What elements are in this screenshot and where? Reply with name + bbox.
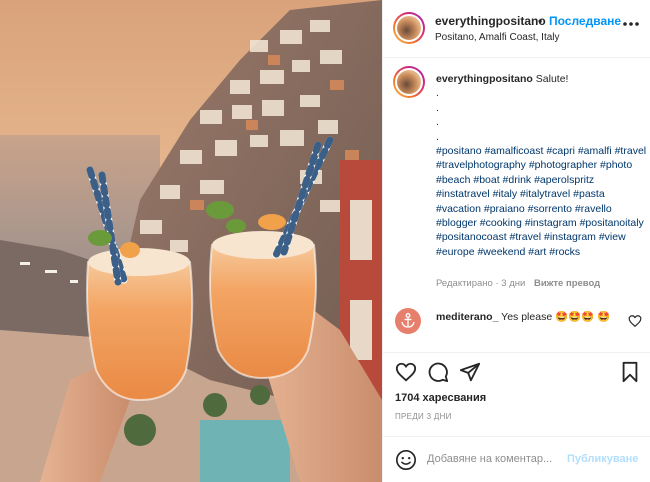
- comment-item: mediterano_ Yes please 🤩🤩🤩 🤩: [383, 304, 650, 348]
- caption-avatar[interactable]: [393, 66, 425, 98]
- post-header: everythingpositano • Последване Positano…: [383, 0, 650, 58]
- follow-button[interactable]: Последване: [549, 14, 621, 28]
- more-icon[interactable]: [621, 16, 641, 32]
- publish-button[interactable]: Публикуване: [567, 453, 638, 465]
- caption-dot-line: .: [436, 116, 439, 129]
- post-time[interactable]: ПРЕДИ 3 ДНИ: [395, 412, 452, 421]
- caption-dot-line: .: [436, 130, 439, 143]
- comment-input[interactable]: Добавяне на коментар...: [427, 453, 552, 465]
- caption-username[interactable]: everythingpositano: [436, 73, 533, 85]
- post-photo[interactable]: [0, 0, 382, 482]
- author-username[interactable]: everythingpositano: [435, 14, 546, 28]
- author-avatar[interactable]: [393, 12, 425, 44]
- comment-text: mediterano_ Yes please 🤩🤩🤩 🤩: [436, 310, 626, 325]
- comment-like-icon[interactable]: [628, 314, 642, 328]
- post-actions: [383, 352, 650, 388]
- anchor-icon: [401, 313, 415, 328]
- save-icon[interactable]: [619, 361, 641, 383]
- caption-dot-line: .: [436, 101, 439, 114]
- heart-icon[interactable]: [395, 361, 417, 383]
- edited-label: Редактирано · 3 дни: [436, 278, 526, 289]
- add-comment-bar: Добавяне на коментар... Публикуване: [383, 436, 650, 482]
- commenter-username[interactable]: mediterano_: [436, 311, 498, 323]
- caption-body: Salute!: [535, 73, 569, 85]
- share-icon[interactable]: [459, 361, 481, 383]
- comment-body: Yes please 🤩🤩🤩 🤩: [501, 311, 611, 323]
- post-caption: everythingpositano Salute! . . . . #posi…: [383, 58, 650, 298]
- caption-meta: Редактирано · 3 дни Вижте превод: [436, 278, 600, 289]
- comment-icon[interactable]: [427, 361, 449, 383]
- post-location[interactable]: Positano, Amalfi Coast, Italy: [435, 32, 560, 43]
- caption-text: everythingpositano Salute! . . . . #posi…: [436, 72, 648, 259]
- post-image: [0, 0, 382, 482]
- caption-dot-line: .: [436, 87, 439, 100]
- emoji-icon[interactable]: [395, 449, 417, 471]
- caption-dots: . . . .: [436, 86, 648, 144]
- translate-button[interactable]: Вижте превод: [534, 278, 600, 289]
- commenter-avatar[interactable]: [395, 308, 421, 334]
- post-panel: everythingpositano • Последване Positano…: [382, 0, 650, 482]
- caption-hashtags[interactable]: #positano #amalficoast #capri #amalfi #t…: [436, 144, 648, 259]
- separator-dot: •: [538, 14, 543, 28]
- like-count[interactable]: 1704 харесвания: [395, 392, 486, 404]
